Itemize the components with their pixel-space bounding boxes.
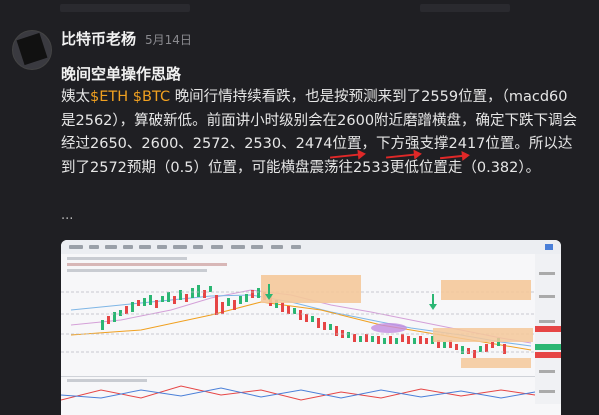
post-body: 姨太$ETH $BTC 晚间行情持续看跌，也是按预测来到了2559位置，（mac…	[61, 86, 581, 180]
top-strip	[0, 0, 599, 20]
post-title: 晚间空单操作思路	[61, 65, 182, 83]
chart-screenshot[interactable]	[61, 240, 561, 415]
avatar[interactable]	[12, 30, 52, 70]
read-more[interactable]: ...	[61, 208, 73, 223]
eth-tag[interactable]: $ETH	[90, 89, 128, 105]
author-name[interactable]: 比特币老杨	[61, 28, 136, 49]
post-date: 5月14日	[145, 33, 192, 47]
body-prefix: 姨太	[61, 89, 90, 105]
chart-screenshot-icon	[61, 240, 561, 404]
btc-tag[interactable]: $BTC	[133, 89, 170, 105]
